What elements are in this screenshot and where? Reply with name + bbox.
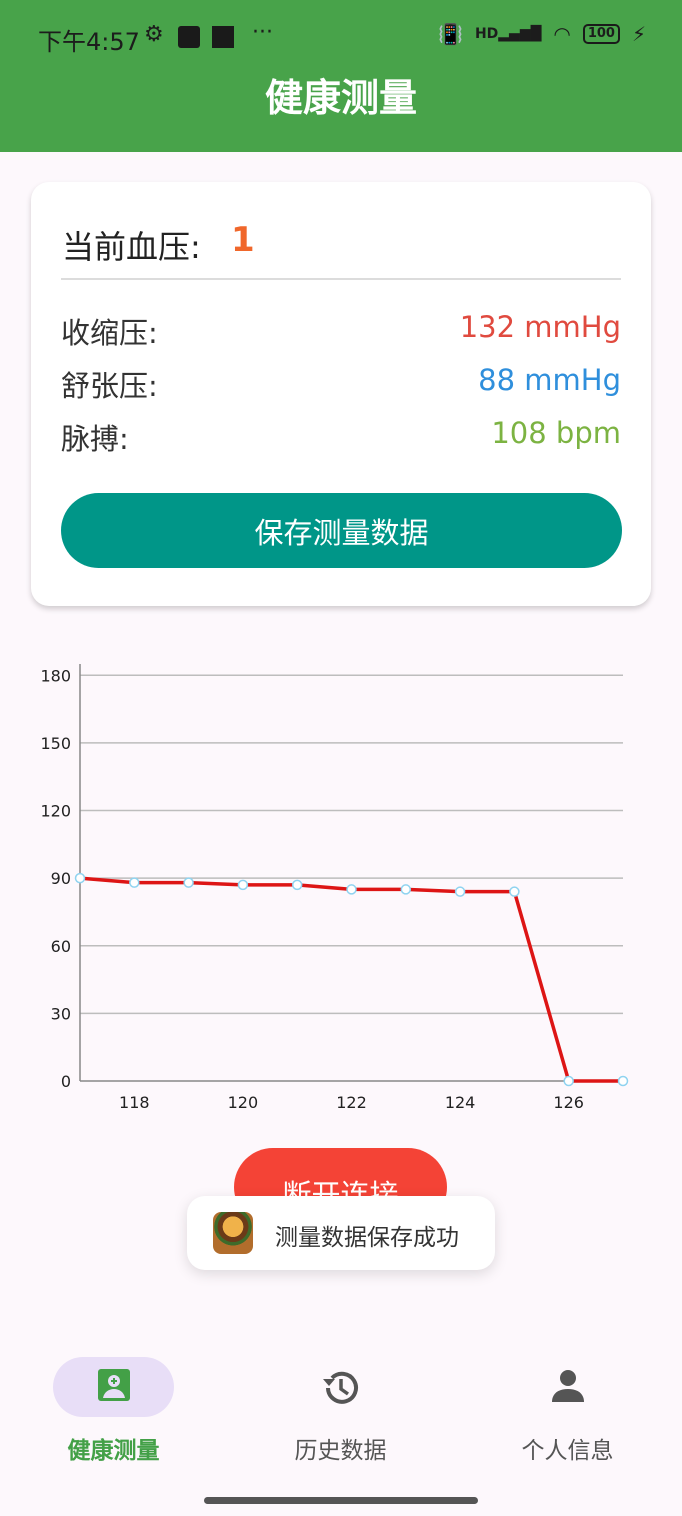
toast-message: 测量数据保存成功 [275, 1225, 459, 1251]
home-indicator[interactable] [204, 1497, 478, 1504]
data-point [454, 886, 466, 897]
x-tick-label: 126 [553, 1093, 584, 1112]
health-record-icon [97, 1369, 130, 1401]
x-tick-label: 124 [445, 1093, 476, 1112]
nav-label-history: 历史数据 [294, 1438, 387, 1464]
cellular-signal-icon: HD▂▄▆█ [474, 26, 542, 42]
nav-item-history[interactable]: 历史数据 [227, 1333, 454, 1473]
pulse-value: 108 bpm [491, 416, 621, 450]
toast: 测量数据保存成功 [187, 1196, 495, 1270]
data-point [129, 877, 140, 888]
nav-label-profile: 个人信息 [521, 1438, 614, 1464]
card-divider [61, 278, 621, 280]
more-notifications-icon: ··· [252, 20, 273, 45]
data-point [291, 879, 303, 891]
x-tick-label: 118 [119, 1093, 150, 1112]
systolic-label: 收缩压: [61, 316, 158, 350]
y-tick-label: 120 [40, 802, 71, 821]
x-tick-label: 122 [336, 1093, 367, 1112]
y-tick-label: 60 [51, 937, 71, 956]
data-point [617, 1075, 629, 1087]
current-bp-label: 当前血压: [62, 228, 201, 266]
battery-level: 100 [587, 26, 615, 41]
battery-icon: 100 [582, 24, 620, 44]
data-point [237, 879, 249, 891]
app-bar: 健康测量 [0, 72, 682, 152]
save-measurement-button[interactable]: 保存测量数据 [61, 493, 622, 568]
x-tick-label: 120 [228, 1093, 259, 1112]
measurement-card: 当前血压: 1 收缩压: 132 mmHg 舒张压: 88 mmHg 脉搏: 1… [31, 182, 651, 606]
series-line [79, 876, 623, 1083]
diastolic-value: 88 mmHg [478, 363, 621, 397]
y-tick-label: 90 [51, 869, 71, 888]
status-time: 下午4:57 [38, 28, 140, 56]
signal-hd-label: HD [474, 26, 499, 42]
data-point [74, 872, 86, 884]
data-point [400, 884, 412, 895]
nav-label-health: 健康测量 [67, 1438, 160, 1464]
diastolic-label: 舒张压: [61, 369, 158, 403]
current-bp-value: 1 [231, 220, 255, 260]
systolic-value: 132 mmHg [459, 310, 621, 344]
y-tick-label: 0 [61, 1072, 71, 1091]
app-notification-icon [212, 26, 234, 48]
app-burger-icon [213, 1212, 253, 1254]
y-tick-label: 180 [40, 666, 71, 685]
bp-line-chart: 0 30 60 90 120 150 180 118 120 122 124 126 [40, 664, 629, 1112]
data-point [346, 884, 357, 895]
nav-item-health[interactable]: 健康测量 [0, 1333, 227, 1473]
status-right-icons: 📳 HD▂▄▆█ ◠ 100 ⚡ [438, 22, 646, 46]
pulse-label: 脉搏: [61, 422, 129, 456]
data-point [509, 886, 520, 897]
y-tick-label: 30 [51, 1004, 71, 1023]
mute-vibrate-icon: 📳 [438, 22, 463, 46]
data-point [183, 877, 194, 888]
data-point [563, 1075, 574, 1087]
status-bar: 下午4:57 ⚙ ··· 📳 HD▂▄▆█ ◠ 100 ⚡ [0, 0, 682, 72]
history-icon [322, 1371, 358, 1404]
settings-gear-icon: ⚙ [144, 22, 164, 47]
charging-icon: ⚡ [631, 22, 646, 46]
wifi-icon: ◠ [553, 22, 571, 46]
nav-item-profile[interactable]: 个人信息 [454, 1333, 681, 1473]
y-tick-label: 150 [40, 734, 71, 753]
bottom-nav: 健康测量 历史数据 个人信息 [0, 1333, 682, 1516]
page-title: 健康测量 [264, 76, 417, 120]
person-icon [551, 1370, 584, 1402]
mi-app-icon [178, 26, 200, 48]
